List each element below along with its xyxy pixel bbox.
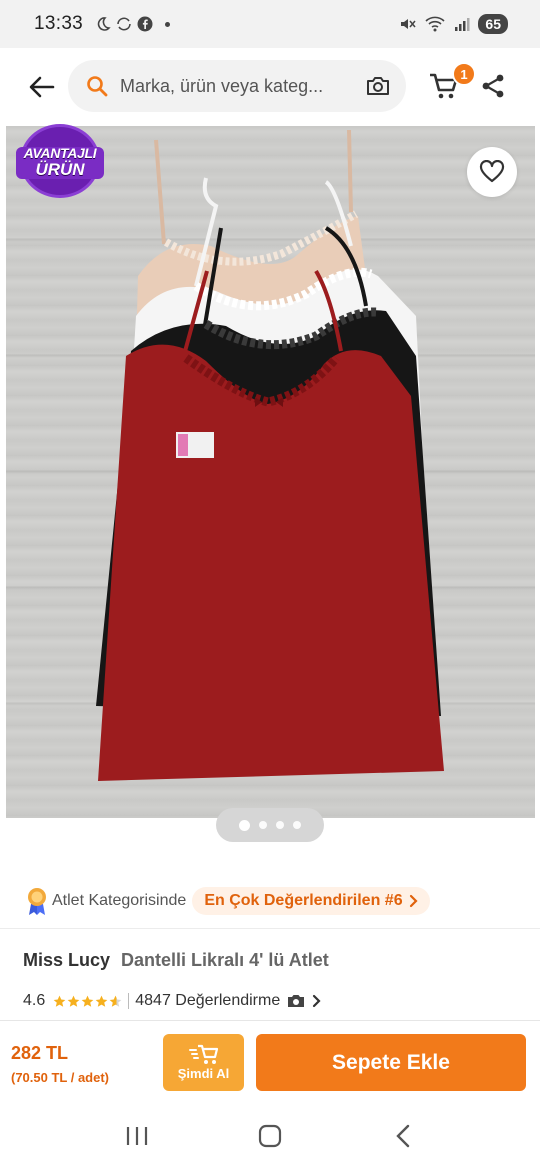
chevron-right-icon <box>409 894 418 908</box>
status-bar: 13:33 65 <box>0 0 540 48</box>
buy-now-button[interactable]: Şimdi Al <box>163 1034 244 1091</box>
badge-line-1: AVANTAJLI <box>23 145 97 161</box>
back-chevron-icon <box>396 1124 410 1148</box>
rating-separator <box>128 993 130 1009</box>
star-icon <box>53 995 66 1007</box>
status-notification-icons <box>95 16 171 32</box>
section-divider <box>0 928 540 929</box>
moon-icon <box>97 17 111 31</box>
camera-search-button[interactable] <box>362 70 394 102</box>
advantage-product-badge: AVANTAJLI ÜRÜN <box>14 124 106 200</box>
cart-count-badge: 1 <box>452 62 476 86</box>
pager-dot-2[interactable] <box>259 821 267 829</box>
search-icon <box>87 76 108 97</box>
back-button[interactable] <box>22 67 62 107</box>
mute-icon <box>401 19 416 29</box>
review-count: 4847 Değerlendirme <box>135 992 281 1009</box>
status-system-icons: 65 <box>398 14 508 34</box>
category-prefix: Atlet Kategorisinde <box>52 892 187 909</box>
rank-pill[interactable]: En Çok Değerlendirilen #6 <box>192 887 430 915</box>
pager-dot-1[interactable] <box>239 819 250 831</box>
product-photo-camisoles <box>96 129 444 781</box>
star-icon <box>95 995 108 1007</box>
rating-stars <box>53 995 122 1008</box>
recent-apps-button[interactable] <box>117 1116 157 1156</box>
top-header: Marka, ürün veya kateg... 1 <box>0 48 540 126</box>
buy-now-label: Şimdi Al <box>177 1066 230 1081</box>
home-button[interactable] <box>250 1116 290 1156</box>
signal-icon <box>455 18 470 31</box>
search-input[interactable]: Marka, ürün veya kateg... <box>68 60 406 112</box>
back-arrow-icon <box>29 76 55 98</box>
category-ranking-row[interactable]: Atlet Kategorisinde En Çok Değerlendiril… <box>26 886 430 916</box>
pager-dot-4[interactable] <box>293 821 301 829</box>
cart-button[interactable]: 1 <box>426 62 476 104</box>
pager-dot-3[interactable] <box>276 821 284 829</box>
price: 282 TL <box>11 1043 69 1063</box>
recent-apps-icon <box>126 1127 147 1145</box>
product-brand[interactable]: Miss Lucy <box>23 950 110 970</box>
medal-icon <box>28 888 46 915</box>
share-button[interactable] <box>478 70 508 102</box>
photo-review-icon <box>288 995 305 1007</box>
product-image[interactable] <box>6 126 535 818</box>
rating-row[interactable]: 4.6 4847 Değerlendirme <box>23 989 321 1013</box>
star-icon <box>67 995 80 1007</box>
wifi-icon <box>425 16 445 32</box>
heart-icon <box>479 160 505 183</box>
rank-label: En Çok Değerlendirilen #6 <box>204 892 403 909</box>
unit-price: (70.50 TL / adet) <box>11 1070 110 1085</box>
half-star-icon <box>109 995 122 1007</box>
fast-cart-icon <box>188 1044 218 1064</box>
battery-indicator: 65 <box>478 14 508 34</box>
product-name: Dantelli Likralı 4' lü Atlet <box>121 950 329 970</box>
star-icon <box>81 995 94 1007</box>
chevron-right-icon <box>313 994 321 1008</box>
badge-line-2: ÜRÜN <box>35 160 85 179</box>
status-time: 13:33 <box>34 13 84 34</box>
facebook-icon <box>137 16 153 32</box>
share-icon <box>482 74 504 98</box>
system-nav-bar <box>0 1102 540 1170</box>
sync-icon <box>117 17 131 31</box>
search-placeholder: Marka, ürün veya kateg... <box>120 75 324 96</box>
home-icon <box>258 1124 282 1148</box>
product-title: Miss Lucy Dantelli Likralı 4' lü Atlet <box>23 950 329 971</box>
back-nav-button[interactable] <box>383 1116 423 1156</box>
camera-icon <box>367 77 389 95</box>
add-to-cart-button[interactable]: Sepete Ekle <box>256 1034 526 1091</box>
more-notifications-dot <box>165 21 171 27</box>
rating-value: 4.6 <box>23 992 46 1009</box>
purchase-bar: 282 TL (70.50 TL / adet) Şimdi Al Sepete… <box>0 1020 540 1102</box>
image-pager[interactable] <box>216 808 324 842</box>
add-to-cart-label: Sepete Ekle <box>332 1050 450 1074</box>
favorite-button[interactable] <box>467 147 517 197</box>
